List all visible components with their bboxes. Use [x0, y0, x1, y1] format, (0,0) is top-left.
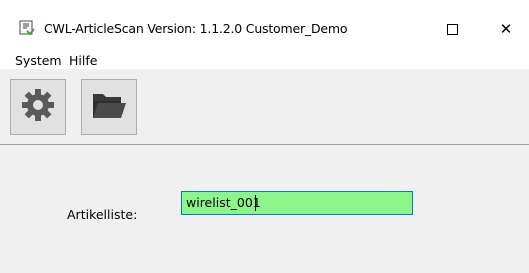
app-icon — [19, 20, 35, 36]
main-window: CWL-ArticleScan Version: 1.1.2.0 Custome… — [0, 0, 529, 273]
maximize-icon — [446, 23, 458, 35]
maximize-button[interactable] — [434, 15, 470, 43]
artikelliste-label: Artikelliste: — [67, 207, 138, 222]
gear-icon — [20, 87, 56, 127]
text-caret — [255, 195, 256, 211]
title-bar[interactable]: CWL-ArticleScan Version: 1.1.2.0 Custome… — [0, 0, 529, 47]
menu-system[interactable]: System — [15, 53, 62, 68]
window-title: CWL-ArticleScan Version: 1.1.2.0 Custome… — [44, 21, 348, 36]
content-area: Artikelliste: wirelist_001 — [0, 145, 529, 273]
artikelliste-input[interactable]: wirelist_001 — [181, 191, 413, 215]
close-icon: ✕ — [499, 20, 513, 38]
folder-open-icon — [91, 90, 127, 124]
menu-hilfe[interactable]: Hilfe — [69, 53, 97, 68]
settings-button[interactable] — [10, 79, 66, 135]
open-folder-button[interactable] — [81, 79, 137, 135]
close-button[interactable]: ✕ — [488, 15, 524, 43]
toolbar — [0, 74, 529, 145]
menu-bar: System Hilfe — [0, 47, 529, 69]
